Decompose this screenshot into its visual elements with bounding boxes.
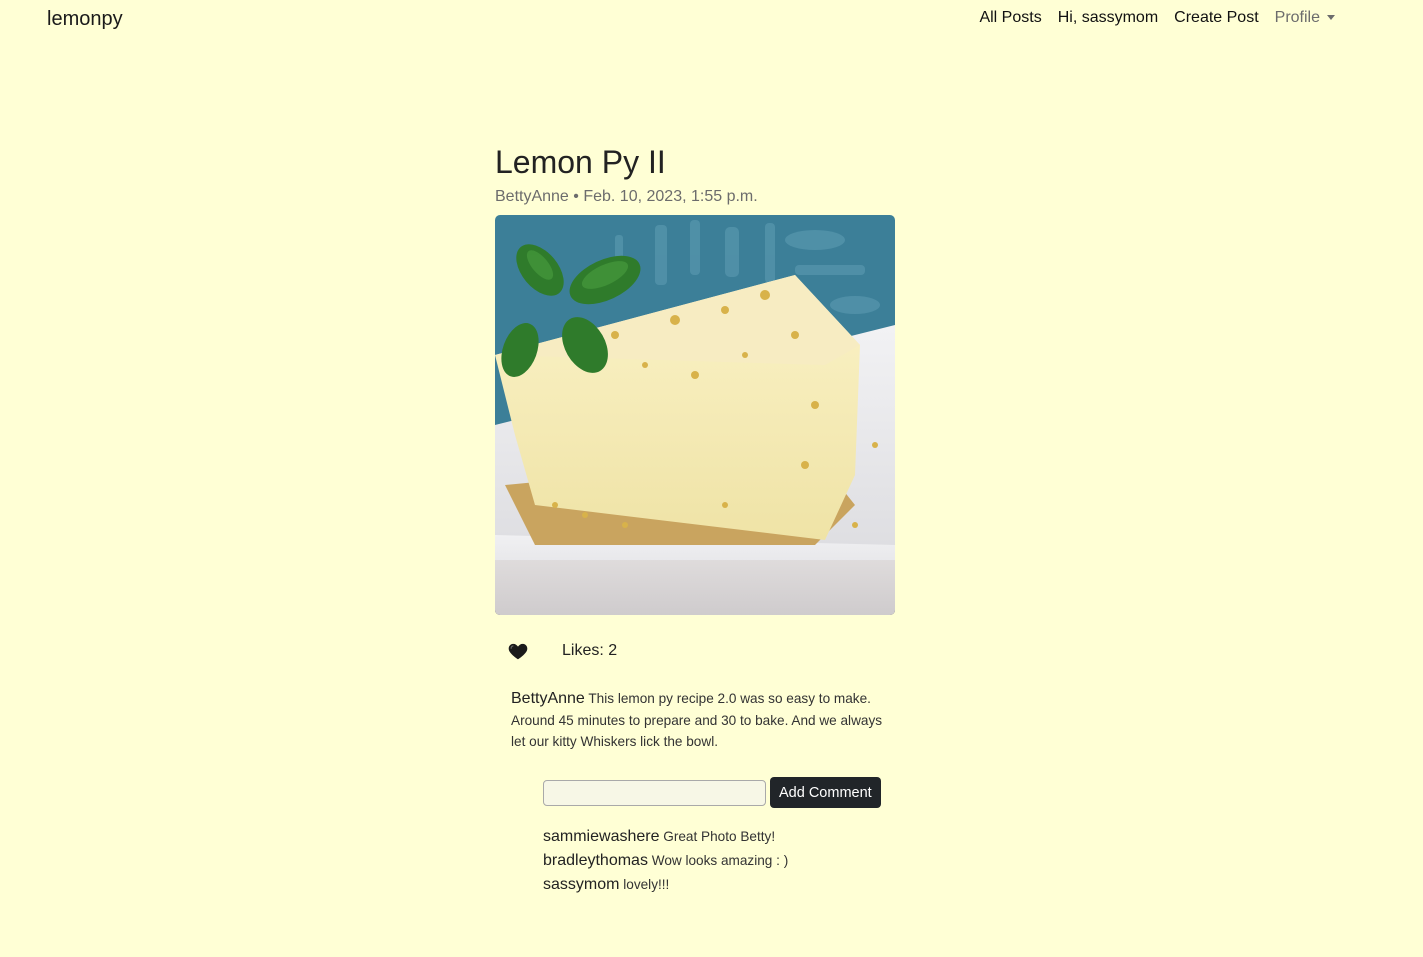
likes-row: Likes: 2: [507, 639, 907, 663]
caption-author[interactable]: BettyAnne: [511, 690, 585, 707]
comment-item: bradleythomas Wow looks amazing : ): [543, 849, 883, 873]
comment-user[interactable]: sassymom: [543, 876, 619, 893]
like-heart-icon[interactable]: [507, 640, 529, 662]
comment-text: Wow looks amazing : ): [651, 853, 789, 868]
comment-item: sassymom lovely!!!: [543, 873, 883, 897]
nav-link-greeting[interactable]: Hi, sassymom: [1058, 9, 1158, 27]
chevron-down-icon: [1327, 15, 1335, 21]
add-comment-button[interactable]: Add Comment: [770, 777, 881, 808]
navbar: lemonpy All Posts Hi, sassymom Create Po…: [0, 0, 1423, 38]
post-meta: BettyAnne • Feb. 10, 2023, 1:55 p.m.: [495, 188, 895, 210]
post-caption: BettyAnne This lemon py recipe 2.0 was s…: [511, 688, 883, 753]
profile-dropdown[interactable]: Profile: [1275, 9, 1335, 27]
post-image: [495, 215, 895, 615]
post-card: Lemon Py II BettyAnne • Feb. 10, 2023, 1…: [495, 140, 895, 615]
comments-list: sammiewashere Great Photo Betty! bradley…: [543, 825, 883, 897]
comment-item: sammiewashere Great Photo Betty!: [543, 825, 883, 849]
nav-link-create-post[interactable]: Create Post: [1174, 9, 1258, 27]
heart-icon: [508, 643, 528, 660]
post-author[interactable]: BettyAnne: [495, 188, 569, 205]
comment-text: Great Photo Betty!: [663, 829, 776, 844]
comment-input[interactable]: [543, 779, 766, 806]
meta-separator: •: [573, 188, 579, 205]
comment-user[interactable]: sammiewashere: [543, 828, 659, 845]
lemon-pie-image: [495, 215, 895, 615]
nav-link-all-posts[interactable]: All Posts: [979, 9, 1041, 27]
profile-dropdown-label: Profile: [1274, 9, 1320, 26]
post-title: Lemon Py II: [495, 144, 666, 180]
post-date: Feb. 10, 2023, 1:55 p.m.: [583, 188, 758, 205]
nav-links: All Posts Hi, sassymom Create Post Profi…: [979, 9, 1335, 27]
comment-user[interactable]: bradleythomas: [543, 852, 648, 869]
comment-text: lovely!!!: [623, 877, 670, 892]
likes-count: Likes: 2: [562, 642, 618, 659]
brand-logo[interactable]: lemonpy: [47, 8, 123, 31]
comment-form: Add Comment: [543, 777, 881, 808]
